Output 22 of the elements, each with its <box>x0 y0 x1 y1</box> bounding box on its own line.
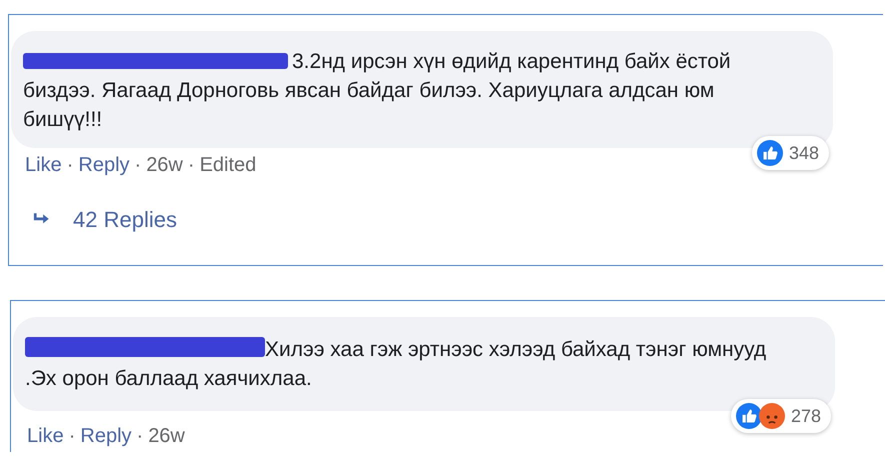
comment-age: 26w <box>148 425 185 448</box>
view-replies-link[interactable]: 42 Replies <box>73 207 177 233</box>
comment-age: 26w <box>146 154 183 177</box>
reaction-count: 348 <box>788 142 819 164</box>
separator-dot: · <box>134 154 142 177</box>
reaction-badge[interactable]: 348 <box>752 136 829 170</box>
separator-dot: · <box>136 425 144 448</box>
edited-label[interactable]: Edited <box>200 154 256 177</box>
thumbs-up-icon <box>756 140 783 166</box>
separator-dot: · <box>66 154 74 177</box>
separator-dot: · <box>188 154 195 177</box>
action-link[interactable]: Like <box>27 425 64 448</box>
thumbs-up-icon <box>736 403 762 429</box>
reaction-count: 278 <box>790 406 821 426</box>
action-link[interactable]: Like <box>25 154 62 177</box>
action-link[interactable]: Reply <box>78 154 130 177</box>
angry-emoji-icon <box>758 403 785 429</box>
comment-text: Хилээ хаа гэж эртнээс хэлээд байхад тэнэг юмнууд .Эх орон баллаад хаячихлаа. <box>25 336 768 392</box>
separator-dot: · <box>68 425 76 448</box>
reaction-badge[interactable]: 278 <box>730 399 831 433</box>
action-link[interactable]: Reply <box>80 425 132 448</box>
comment-text: 3.2нд ирсэн хүн өдийд карентинд байх ёстой биздээ. Яагаад Дорноговь явсан байдаг билээ. Хариуцлага алдсан юм бишүү!!! <box>23 49 732 133</box>
